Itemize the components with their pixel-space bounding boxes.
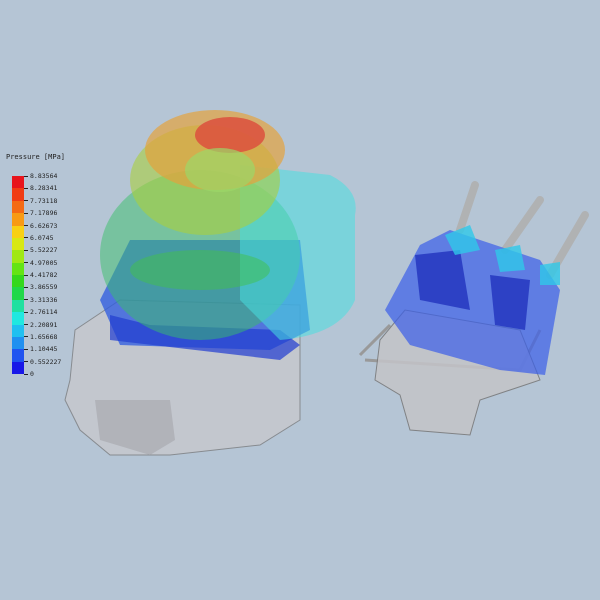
left-part-model[interactable] [64,110,356,456]
right-part-model[interactable] [358,181,589,436]
viewport-3d[interactable] [0,0,600,600]
